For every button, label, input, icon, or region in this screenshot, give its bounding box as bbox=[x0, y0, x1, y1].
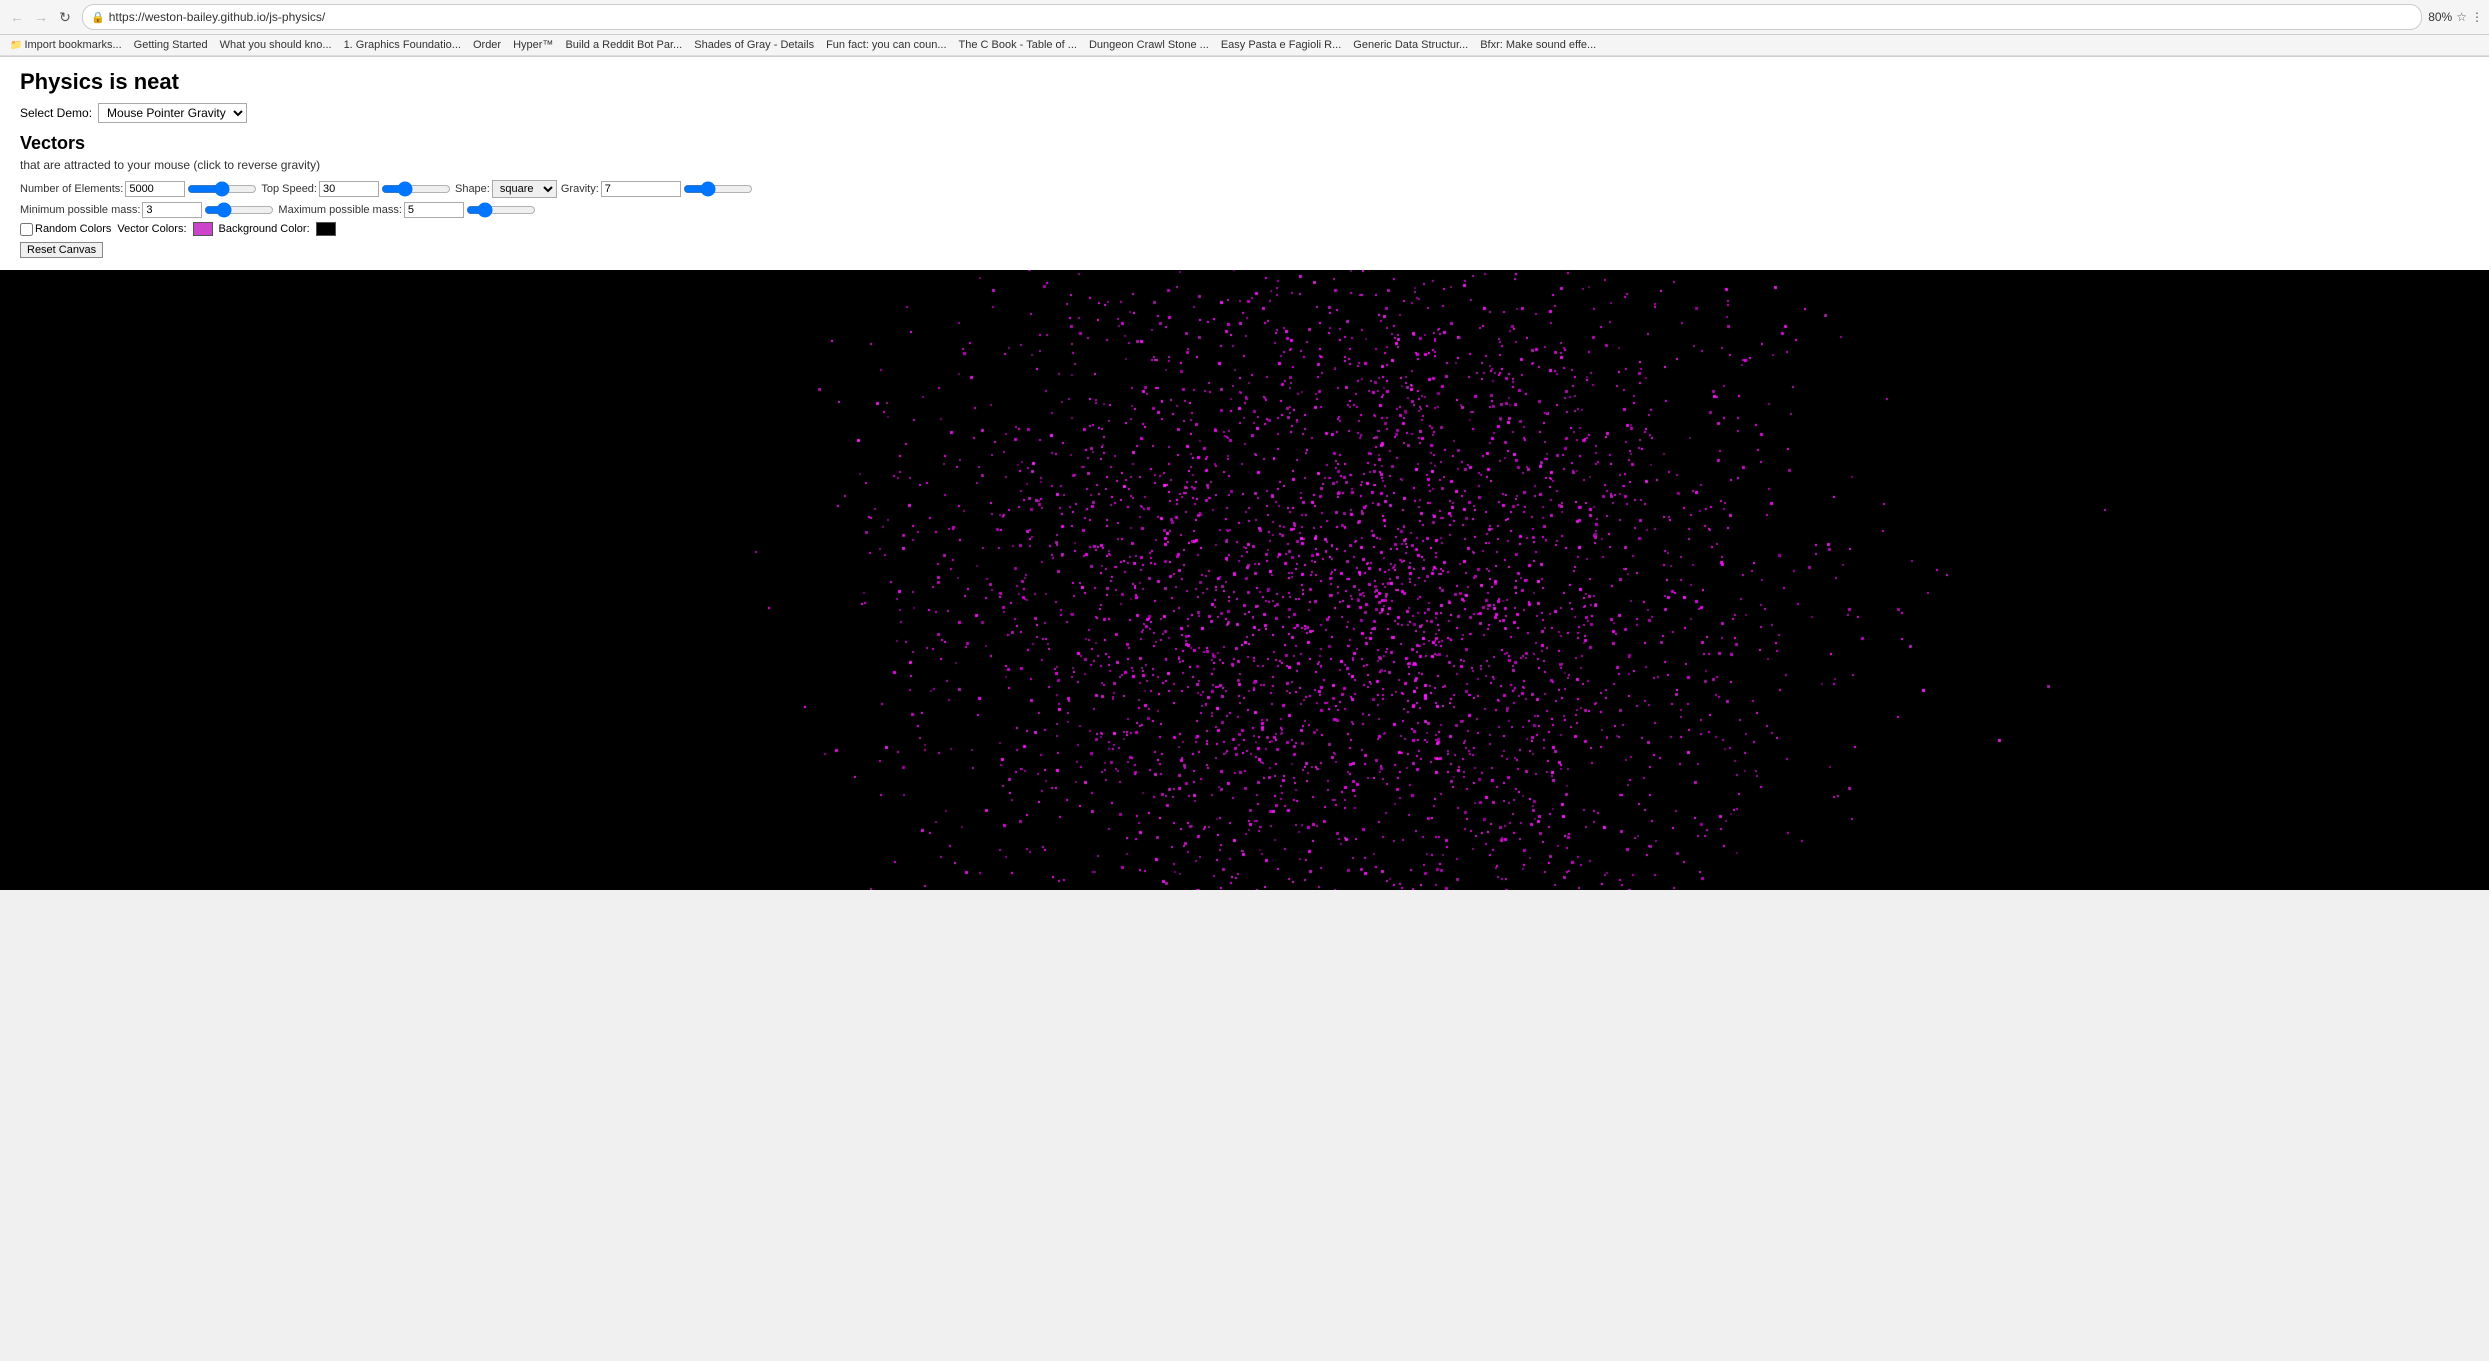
bookmark-2[interactable]: What you should kno... bbox=[216, 37, 336, 53]
bookmark-9[interactable]: The C Book - Table of ... bbox=[955, 37, 1081, 53]
random-colors-checkbox[interactable] bbox=[20, 223, 33, 236]
max-mass-slider[interactable] bbox=[466, 202, 536, 218]
bookmark-12[interactable]: Generic Data Structur... bbox=[1349, 37, 1472, 53]
bookmark-13[interactable]: Bfxr: Make sound effe... bbox=[1476, 37, 1600, 53]
bookmark-10[interactable]: Dungeon Crawl Stone ... bbox=[1085, 37, 1213, 53]
controls-row-1: Number of Elements: Top Speed: Shape: sq… bbox=[20, 180, 2469, 198]
select-demo-row: Select Demo: Mouse Pointer Gravity Bounc… bbox=[20, 103, 2469, 123]
min-mass-input[interactable] bbox=[142, 202, 202, 218]
canvas-wrapper bbox=[0, 270, 2489, 890]
forward-button[interactable]: → bbox=[30, 6, 52, 28]
controls-row-2: Minimum possible mass: Maximum possible … bbox=[20, 202, 2469, 218]
bookmark-11[interactable]: Easy Pasta e Fagioli R... bbox=[1217, 37, 1345, 53]
gravity-group: Gravity: bbox=[561, 181, 753, 197]
bookmarks-bar: 📁 Import bookmarks... Getting Started Wh… bbox=[0, 35, 2489, 56]
num-elements-input[interactable] bbox=[125, 181, 185, 197]
menu-icon[interactable]: ⋮ bbox=[2471, 10, 2483, 24]
max-mass-input[interactable] bbox=[404, 202, 464, 218]
browser-toolbar: ← → ↻ 🔒 https://weston-bailey.github.io/… bbox=[0, 0, 2489, 35]
zoom-level: 80% bbox=[2428, 10, 2452, 24]
color-controls-row: Random Colors Vector Colors: Background … bbox=[20, 222, 2469, 236]
top-speed-label: Top Speed: bbox=[261, 183, 317, 195]
bg-color-swatch[interactable] bbox=[316, 222, 336, 236]
page-title: Physics is neat bbox=[20, 69, 2469, 95]
reload-button[interactable]: ↻ bbox=[54, 6, 76, 28]
address-bar[interactable]: 🔒 https://weston-bailey.github.io/js-phy… bbox=[82, 4, 2422, 30]
browser-actions: 80% ☆ ⋮ bbox=[2428, 10, 2483, 24]
bookmark-7[interactable]: Shades of Gray - Details bbox=[690, 37, 818, 53]
vector-colors-label: Vector Colors: bbox=[117, 223, 186, 235]
back-button[interactable]: ← bbox=[6, 6, 28, 28]
min-mass-group: Minimum possible mass: bbox=[20, 202, 274, 218]
bookmark-3[interactable]: 1. Graphics Foundatio... bbox=[340, 37, 465, 53]
url-text: https://weston-bailey.github.io/js-physi… bbox=[109, 10, 2414, 24]
gravity-label: Gravity: bbox=[561, 183, 599, 195]
random-colors-label[interactable]: Random Colors bbox=[20, 223, 111, 236]
bookmark-6[interactable]: Build a Reddit Bot Par... bbox=[561, 37, 686, 53]
page-content: Physics is neat Select Demo: Mouse Point… bbox=[0, 57, 2489, 270]
max-mass-group: Maximum possible mass: bbox=[278, 202, 535, 218]
physics-canvas[interactable] bbox=[0, 270, 2449, 890]
num-elements-group: Number of Elements: bbox=[20, 181, 257, 197]
star-icon[interactable]: ☆ bbox=[2456, 10, 2467, 24]
select-demo-label: Select Demo: bbox=[20, 106, 92, 120]
subtitle: that are attracted to your mouse (click … bbox=[20, 158, 2469, 172]
top-speed-group: Top Speed: bbox=[261, 181, 451, 197]
shape-label: Shape: bbox=[455, 183, 490, 195]
lock-icon: 🔒 bbox=[91, 11, 105, 24]
nav-buttons: ← → ↻ bbox=[6, 6, 76, 28]
section-title: Vectors bbox=[20, 133, 2469, 154]
bookmark-1[interactable]: Getting Started bbox=[130, 37, 212, 53]
num-elements-slider[interactable] bbox=[187, 181, 257, 197]
bg-color-label: Background Color: bbox=[219, 223, 310, 235]
bookmark-8[interactable]: Fun fact: you can coun... bbox=[822, 37, 950, 53]
bookmark-4[interactable]: Order bbox=[469, 37, 505, 53]
top-speed-slider[interactable] bbox=[381, 181, 451, 197]
max-mass-label: Maximum possible mass: bbox=[278, 204, 401, 216]
gravity-input[interactable] bbox=[601, 181, 681, 197]
min-mass-slider[interactable] bbox=[204, 202, 274, 218]
shape-select[interactable]: square circle triangle bbox=[492, 180, 557, 198]
gravity-slider[interactable] bbox=[683, 181, 753, 197]
bookmark-0[interactable]: 📁 Import bookmarks... bbox=[6, 37, 126, 53]
top-speed-input[interactable] bbox=[319, 181, 379, 197]
bookmark-icon-0: 📁 bbox=[10, 40, 22, 51]
reset-canvas-button[interactable]: Reset Canvas bbox=[20, 242, 103, 258]
num-elements-label: Number of Elements: bbox=[20, 183, 123, 195]
min-mass-label: Minimum possible mass: bbox=[20, 204, 140, 216]
shape-group: Shape: square circle triangle bbox=[455, 180, 557, 198]
vector-color-swatch[interactable] bbox=[193, 222, 213, 236]
bookmark-5[interactable]: Hyper™ bbox=[509, 37, 557, 53]
browser-chrome: ← → ↻ 🔒 https://weston-bailey.github.io/… bbox=[0, 0, 2489, 57]
demo-select[interactable]: Mouse Pointer Gravity Bouncing Balls Flo… bbox=[98, 103, 247, 123]
